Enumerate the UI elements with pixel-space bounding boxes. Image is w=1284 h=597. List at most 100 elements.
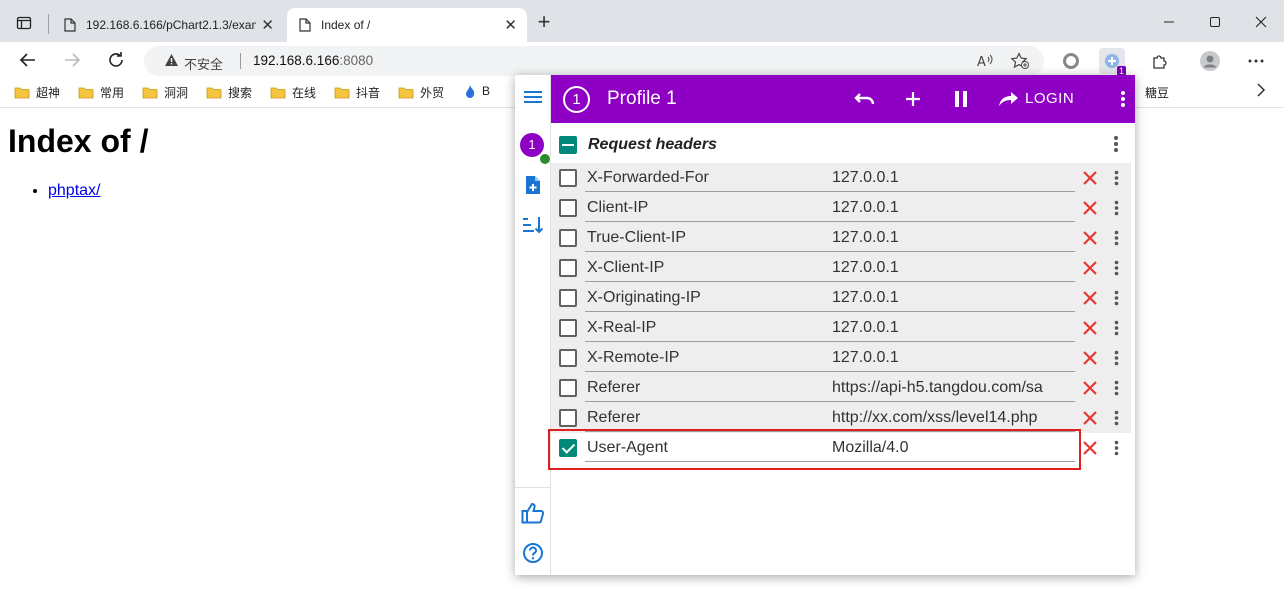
more-vert-icon[interactable] [1111,348,1121,368]
back-button[interactable] [14,47,42,73]
header-checkbox[interactable] [559,289,577,307]
delete-icon[interactable] [1080,378,1100,398]
more-vert-icon[interactable] [1113,135,1119,158]
read-aloud-icon[interactable]: A [976,52,994,75]
modheader-extension-icon[interactable]: 1 [1099,48,1126,76]
bookmark-folder[interactable]: 在线 [270,84,316,101]
header-value-field[interactable]: 127.0.0.1 [832,349,1075,367]
bookmark-folder[interactable]: 常用 [78,84,124,101]
header-value-field[interactable]: 127.0.0.1 [832,169,1075,187]
add-icon[interactable] [901,87,925,111]
section-toggle-checkbox[interactable] [559,136,577,154]
directory-link[interactable]: phptax/ [48,182,100,199]
address-field[interactable]: 不安全 192.168.6.166:8080 A [144,46,1044,76]
minimize-button[interactable] [1146,8,1192,36]
header-name-field[interactable]: X-Forwarded-For [587,169,709,187]
window-close-button[interactable] [1238,8,1284,36]
header-value-field[interactable]: https://api-h5.tangdou.com/sa [832,379,1075,397]
more-vert-icon[interactable] [1111,258,1121,278]
pause-icon[interactable] [949,87,973,111]
more-vert-icon[interactable] [1111,168,1121,188]
bookmark-link[interactable]: 糖豆 [1145,84,1169,101]
header-value-field[interactable]: 127.0.0.1 [832,319,1075,337]
more-vert-icon[interactable] [1111,228,1121,248]
header-checkbox[interactable] [559,349,577,367]
maximize-button[interactable] [1192,8,1238,36]
header-value-field[interactable]: http://xx.com/xss/level14.php [832,409,1075,427]
chevron-right-icon[interactable] [1256,83,1266,102]
header-checkbox[interactable] [559,379,577,397]
header-name-field[interactable]: Referer [587,409,640,427]
more-menu-icon[interactable] [1243,48,1269,74]
header-name-field[interactable]: X-Real-IP [587,319,656,337]
help-icon[interactable] [520,540,546,566]
delete-icon[interactable] [1080,318,1100,338]
delete-icon[interactable] [1080,258,1100,278]
header-name-field[interactable]: Client-IP [587,199,648,217]
header-value-field[interactable]: 127.0.0.1 [832,229,1075,247]
close-icon[interactable]: ✕ [504,16,517,34]
forward-button[interactable] [58,47,86,73]
menu-icon[interactable] [520,84,546,110]
extensions-puzzle-icon[interactable] [1147,48,1173,74]
login-button[interactable]: LOGIN [1025,90,1074,107]
tab-index[interactable]: Index of / ✕ [287,8,527,42]
tab-actions-icon[interactable] [8,9,40,37]
header-checkbox[interactable] [559,409,577,427]
undo-icon[interactable] [853,87,877,111]
delete-icon[interactable] [1080,348,1100,368]
bookmark-folder[interactable]: 抖音 [334,84,380,101]
delete-icon[interactable] [1080,288,1100,308]
warning-icon[interactable] [164,53,179,72]
delete-icon[interactable] [1080,408,1100,428]
header-name-field[interactable]: Referer [587,379,640,397]
more-vert-icon[interactable] [1111,198,1121,218]
reload-button[interactable] [102,47,130,73]
bookmark-folder[interactable]: 搜索 [206,84,252,101]
field-underline [585,221,1075,222]
more-vert-icon[interactable] [1111,378,1121,398]
bookmark-folder[interactable]: 洞洞 [142,84,188,101]
header-checkbox[interactable] [559,229,577,247]
more-vert-icon[interactable] [1111,408,1121,428]
bookmark-folder[interactable]: 超神 [14,84,60,101]
more-vert-icon[interactable] [1111,87,1135,111]
share-icon[interactable] [997,87,1021,111]
add-profile-icon[interactable] [520,172,546,198]
more-vert-icon[interactable] [1111,438,1121,458]
header-checkbox[interactable] [559,199,577,217]
delete-icon[interactable] [1080,438,1100,458]
header-value-field[interactable]: 127.0.0.1 [832,259,1075,277]
header-value-field[interactable]: 127.0.0.1 [832,289,1075,307]
more-vert-icon[interactable] [1111,288,1121,308]
header-value-field[interactable]: Mozilla/4.0 [832,439,1075,457]
header-checkbox[interactable] [559,439,577,457]
profile-avatar[interactable] [1197,48,1223,74]
delete-icon[interactable] [1080,228,1100,248]
new-tab-button[interactable]: + [532,11,556,35]
tab-pchart[interactable]: 192.168.6.166/pChart2.1.3/examples/ ✕ [52,8,284,42]
favorite-star-icon[interactable] [1010,52,1030,75]
header-checkbox[interactable] [559,259,577,277]
header-row: X-Client-IP 127.0.0.1 [551,253,1131,283]
thumbs-up-icon[interactable] [520,500,546,526]
header-checkbox[interactable] [559,169,577,187]
header-checkbox[interactable] [559,319,577,337]
bookmark-link[interactable]: B [464,84,490,98]
header-name-field[interactable]: User-Agent [587,439,668,457]
close-icon[interactable]: ✕ [261,16,274,34]
security-label[interactable]: 不安全 [184,54,223,73]
profile-title[interactable]: Profile 1 [607,88,677,110]
more-vert-icon[interactable] [1111,318,1121,338]
header-name-field[interactable]: X-Originating-IP [587,289,701,307]
sort-icon[interactable] [520,212,546,238]
bookmark-folder[interactable]: 外贸 [398,84,444,101]
extension-circle-icon[interactable] [1058,48,1084,74]
profile-number-badge[interactable]: 1 [563,86,590,113]
header-name-field[interactable]: X-Client-IP [587,259,664,277]
header-value-field[interactable]: 127.0.0.1 [832,199,1075,217]
header-name-field[interactable]: X-Remote-IP [587,349,679,367]
delete-icon[interactable] [1080,198,1100,218]
delete-icon[interactable] [1080,168,1100,188]
header-name-field[interactable]: True-Client-IP [587,229,686,247]
